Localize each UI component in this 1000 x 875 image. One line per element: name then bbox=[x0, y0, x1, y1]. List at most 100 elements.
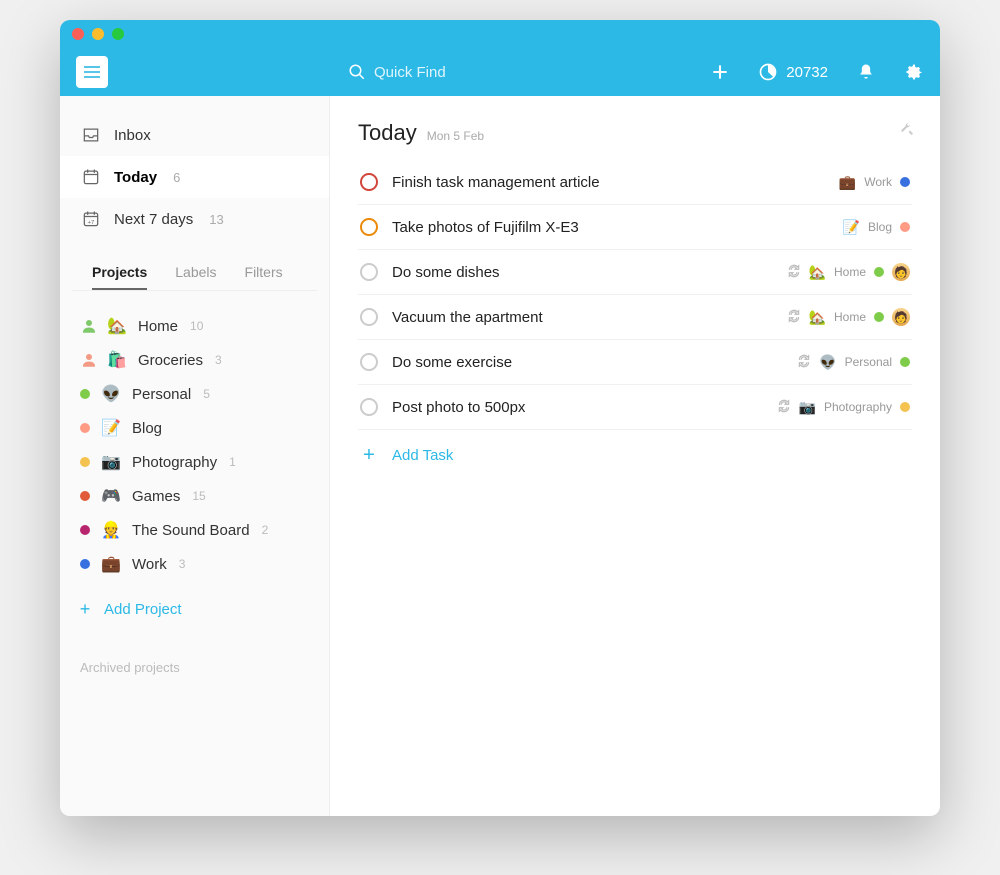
project-name: Personal bbox=[132, 386, 191, 403]
sidebar-item-count: 13 bbox=[209, 212, 223, 227]
quick-add-button[interactable] bbox=[710, 62, 730, 82]
settings-button[interactable] bbox=[904, 62, 924, 82]
app-logo[interactable] bbox=[76, 56, 108, 88]
sidebar-item-label: Inbox bbox=[114, 127, 151, 144]
repeat-icon bbox=[777, 399, 791, 416]
task-checkbox[interactable] bbox=[360, 263, 378, 281]
task-meta: 💼 Work bbox=[839, 174, 910, 191]
project-name: Photography bbox=[132, 454, 217, 471]
sidebar-item-next7[interactable]: +7 Next 7 days 13 bbox=[60, 198, 329, 240]
sidebar-item-label: Next 7 days bbox=[114, 211, 193, 228]
search-input[interactable]: Quick Find bbox=[348, 63, 446, 81]
close-window-button[interactable] bbox=[72, 28, 84, 40]
project-count: 3 bbox=[179, 557, 186, 571]
app-window: Quick Find 20732 Inbox bbox=[60, 20, 940, 816]
project-color-dot bbox=[80, 491, 90, 501]
project-color-dot bbox=[874, 312, 884, 322]
task-project-name: Personal bbox=[845, 355, 892, 369]
project-name: Home bbox=[138, 318, 178, 335]
minimize-window-button[interactable] bbox=[92, 28, 104, 40]
task-checkbox[interactable] bbox=[360, 308, 378, 326]
project-name: Groceries bbox=[138, 352, 203, 369]
task-checkbox[interactable] bbox=[360, 398, 378, 416]
tab-filters[interactable]: Filters bbox=[245, 264, 283, 290]
project-count: 3 bbox=[215, 353, 222, 367]
tab-projects[interactable]: Projects bbox=[92, 264, 147, 290]
assignee-avatar: 🧑 bbox=[892, 263, 910, 281]
task-row[interactable]: Take photos of Fujifilm X-E3 📝Blog bbox=[358, 205, 912, 250]
sidebar-item-today[interactable]: Today 6 bbox=[60, 156, 329, 198]
task-checkbox[interactable] bbox=[360, 353, 378, 371]
task-checkbox[interactable] bbox=[360, 218, 378, 236]
project-item[interactable]: 📝Blog bbox=[66, 411, 323, 445]
project-count: 15 bbox=[192, 489, 205, 503]
assignee-avatar: 🧑 bbox=[892, 308, 910, 326]
repeat-icon bbox=[787, 264, 801, 281]
project-item[interactable]: 📷Photography1 bbox=[66, 445, 323, 479]
add-project-button[interactable]: + Add Project bbox=[60, 589, 329, 630]
project-emoji: 💼 bbox=[100, 554, 122, 574]
gear-icon bbox=[904, 62, 924, 82]
project-name: Games bbox=[132, 488, 180, 505]
sidebar-item-label: Today bbox=[114, 169, 157, 186]
project-item[interactable]: 🛍️Groceries3 bbox=[66, 343, 323, 377]
topbar: Quick Find 20732 bbox=[60, 48, 940, 96]
task-meta: 📝Blog bbox=[843, 219, 910, 236]
project-name: Work bbox=[132, 556, 167, 573]
task-title: Take photos of Fujifilm X-E3 bbox=[392, 219, 829, 236]
project-color-dot bbox=[874, 267, 884, 277]
project-item[interactable]: 👷The Sound Board2 bbox=[66, 513, 323, 547]
project-list: 🏡Home10🛍️Groceries3👽Personal5📝Blog📷Photo… bbox=[60, 301, 329, 589]
task-row[interactable]: Do some dishes🏡Home🧑 bbox=[358, 250, 912, 295]
add-task-button[interactable]: + Add Task bbox=[358, 430, 912, 481]
project-emoji: 💼 bbox=[839, 174, 856, 191]
sidebar-item-inbox[interactable]: Inbox bbox=[60, 114, 329, 156]
project-emoji: 🏡 bbox=[809, 264, 826, 281]
task-title: Vacuum the apartment bbox=[392, 309, 773, 326]
task-meta: 🏡Home🧑 bbox=[787, 308, 910, 326]
project-item[interactable]: 💼 Work 3 bbox=[66, 547, 323, 581]
project-emoji: 📷 bbox=[799, 399, 816, 416]
calendar-week-icon: +7 bbox=[80, 208, 102, 230]
task-row[interactable]: Finish task management article💼Work bbox=[358, 160, 912, 205]
task-title: Do some exercise bbox=[392, 354, 783, 371]
project-color-dot bbox=[900, 177, 910, 187]
notifications-button[interactable] bbox=[856, 62, 876, 82]
project-emoji: 📝 bbox=[843, 219, 860, 236]
task-title: Do some dishes bbox=[392, 264, 773, 281]
page-title: Today bbox=[358, 120, 417, 146]
task-checkbox[interactable] bbox=[360, 173, 378, 191]
project-count: 10 bbox=[190, 319, 203, 333]
task-row[interactable]: Vacuum the apartment 🏡Home🧑 bbox=[358, 295, 912, 340]
main-header: Today Mon 5 Feb bbox=[358, 120, 912, 146]
view-options-button[interactable] bbox=[898, 120, 916, 143]
project-emoji: 📷 bbox=[100, 452, 122, 472]
task-title: Post photo to 500px bbox=[392, 399, 763, 416]
project-color-dot bbox=[900, 222, 910, 232]
archived-projects-link[interactable]: Archived projects bbox=[60, 630, 329, 705]
add-task-label: Add Task bbox=[392, 447, 453, 464]
inbox-icon bbox=[80, 124, 102, 146]
calendar-today-icon bbox=[80, 166, 102, 188]
plus-icon: + bbox=[360, 444, 378, 467]
window-controls bbox=[72, 28, 124, 40]
bell-icon bbox=[856, 62, 876, 82]
project-color-dot bbox=[900, 402, 910, 412]
task-meta: 👽 Personal bbox=[797, 354, 910, 371]
tab-labels[interactable]: Labels bbox=[175, 264, 216, 290]
project-item[interactable]: 🏡Home10 bbox=[66, 309, 323, 343]
karma-button[interactable]: 20732 bbox=[758, 62, 828, 82]
task-row[interactable]: Do some exercise 👽 Personal bbox=[358, 340, 912, 385]
task-project-name: Work bbox=[864, 175, 892, 189]
task-row[interactable]: Post photo to 500px📷Photography bbox=[358, 385, 912, 430]
plus-icon: + bbox=[76, 599, 94, 620]
project-color-dot bbox=[80, 389, 90, 399]
project-emoji: 📝 bbox=[100, 418, 122, 438]
project-emoji: 👽 bbox=[100, 384, 122, 404]
karma-points: 20732 bbox=[786, 64, 828, 81]
project-item[interactable]: 🎮Games15 bbox=[66, 479, 323, 513]
project-emoji: 👽 bbox=[819, 354, 836, 371]
karma-icon bbox=[758, 62, 778, 82]
maximize-window-button[interactable] bbox=[112, 28, 124, 40]
project-item[interactable]: 👽Personal5 bbox=[66, 377, 323, 411]
